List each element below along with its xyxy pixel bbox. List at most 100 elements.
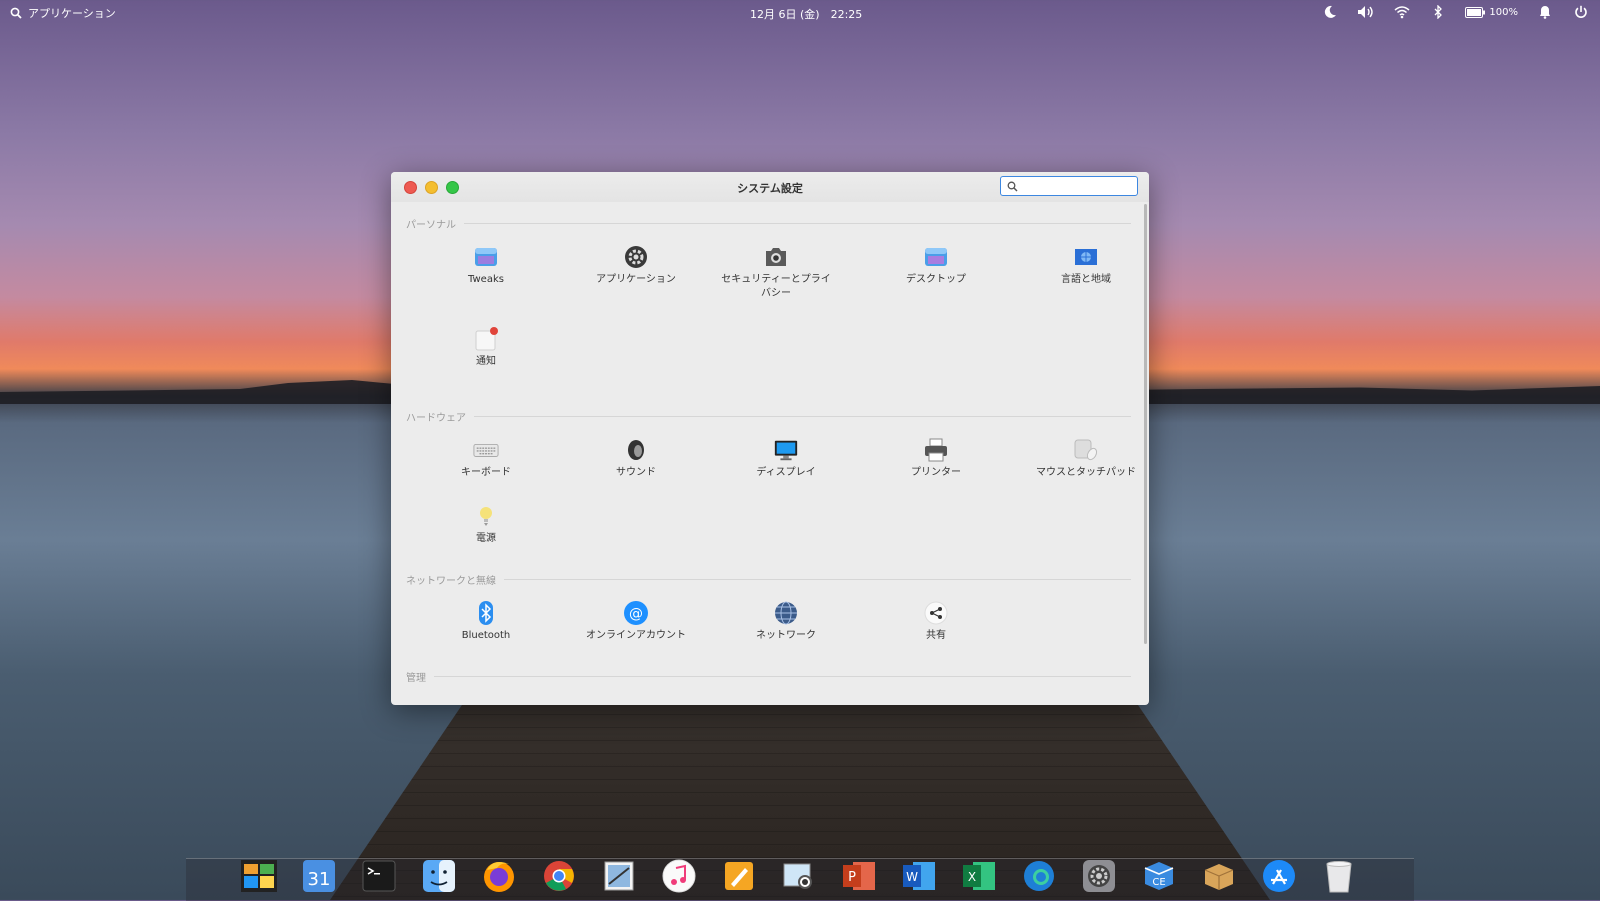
section-network-wireless: ネットワークと無線 (406, 572, 1131, 587)
online-accounts-icon: @ (623, 600, 649, 626)
search-icon (10, 7, 22, 19)
music-app-icon[interactable] (656, 856, 702, 896)
settings-item-label: デスクトップ (906, 274, 966, 285)
settings-item-power[interactable]: 電源 (421, 503, 551, 546)
pages-app-icon[interactable] (716, 856, 762, 896)
system-settings-window: システム設定 パーソナル Tweaks アプリケーション セキュリティーとプライ… (391, 172, 1149, 705)
settings-item-label: ディスプレイ (756, 467, 816, 478)
settings-item-label: プリンター (911, 467, 961, 478)
files-app-icon[interactable] (236, 856, 282, 896)
svg-text:@: @ (629, 606, 643, 622)
svg-text:P: P (848, 870, 856, 885)
search-icon (1007, 181, 1018, 192)
terminal-app-icon[interactable] (356, 856, 402, 896)
settings-item-keyboard[interactable]: キーボード (421, 437, 551, 480)
settings-item-label: 通知 (476, 356, 496, 367)
settings-item-network[interactable]: ネットワーク (721, 600, 851, 643)
section-title: ハードウェア (406, 413, 466, 424)
night-light-icon[interactable] (1321, 3, 1339, 21)
powerpoint-app-icon[interactable]: P (836, 856, 882, 896)
settings-item-label: アプリケーション (596, 274, 676, 285)
system-settings-app-icon[interactable] (1076, 856, 1122, 896)
chrome-app-icon[interactable] (536, 856, 582, 896)
settings-item-mouse-touchpad[interactable]: マウスとタッチパッド (1021, 437, 1149, 480)
printer-icon (923, 437, 949, 463)
settings-item-tweaks[interactable]: Tweaks (421, 244, 551, 287)
settings-item-label: 言語と地域 (1061, 274, 1111, 285)
display-icon (773, 437, 799, 463)
settings-item-applications[interactable]: アプリケーション (571, 244, 701, 287)
settings-item-label: マウスとタッチパッド (1036, 467, 1136, 478)
settings-item-desktop[interactable]: デスクトップ (871, 244, 1001, 287)
app-store-app-icon[interactable] (1256, 856, 1302, 896)
trash-app-icon[interactable] (1316, 856, 1362, 896)
settings-item-printer[interactable]: プリンター (871, 437, 1001, 480)
section-personal: パーソナル (406, 216, 1131, 231)
section-administration: 管理 (406, 669, 1131, 684)
applications-icon (623, 244, 649, 270)
search-input[interactable] (1023, 178, 1135, 196)
word-app-icon[interactable]: W (896, 856, 942, 896)
settings-item-security-privacy[interactable]: セキュリティーとプライバシー (721, 244, 831, 301)
dock-apps: 31 P W X CE (236, 856, 1362, 896)
settings-item-label: Bluetooth (461, 630, 511, 641)
battery-percent: 100% (1489, 6, 1518, 18)
edge-app-icon[interactable] (1016, 856, 1062, 896)
section-title: パーソナル (406, 220, 456, 231)
settings-item-label: セキュリティーとプライバシー (721, 274, 831, 299)
language-region-icon (1073, 244, 1099, 270)
mail-app-icon[interactable] (596, 856, 642, 896)
tweaks-icon (473, 244, 499, 270)
section-title: ネットワークと無線 (406, 576, 496, 587)
settings-item-notifications[interactable]: 通知 (421, 326, 551, 369)
sound-icon (623, 437, 649, 463)
wifi-icon[interactable] (1393, 3, 1411, 21)
clock[interactable]: 12月 6日 (金) 22:25 (750, 6, 862, 22)
calendar-app-icon[interactable]: 31 (296, 856, 342, 896)
settings-item-label: オンラインアカウント (586, 630, 686, 641)
firefox-app-icon[interactable] (476, 856, 522, 896)
mouse-touchpad-icon (1073, 437, 1099, 463)
desktop-icon (923, 244, 949, 270)
section-title: 管理 (406, 673, 426, 684)
battery-icon (1465, 6, 1486, 18)
notifications-icon (473, 326, 499, 352)
settings-item-label: キーボード (461, 467, 511, 478)
settings-item-label: サウンド (616, 467, 656, 478)
preview-app-icon[interactable] (776, 856, 822, 896)
notification-bell-icon[interactable] (1536, 3, 1554, 21)
applications-menu[interactable]: アプリケーション (10, 5, 116, 21)
svg-text:CE: CE (1152, 877, 1165, 888)
power-menu-icon[interactable] (1572, 3, 1590, 21)
volume-icon[interactable] (1357, 3, 1375, 21)
window-titlebar[interactable]: システム設定 (391, 172, 1149, 202)
keyboard-icon (473, 437, 499, 463)
security-privacy-icon (763, 244, 789, 270)
excel-app-icon[interactable]: X (956, 856, 1002, 896)
bluetooth-status-icon[interactable] (1429, 3, 1447, 21)
settings-item-online-accounts[interactable]: @ オンラインアカウント (571, 600, 701, 643)
sharing-icon (923, 600, 949, 626)
settings-item-bluetooth[interactable]: Bluetooth (421, 600, 551, 643)
settings-item-label: ネットワーク (756, 630, 816, 641)
settings-item-language-region[interactable]: 言語と地域 (1021, 244, 1149, 287)
settings-item-label: Tweaks (468, 274, 504, 285)
package-app-icon[interactable] (1196, 856, 1242, 896)
battery-indicator[interactable]: 100% (1465, 6, 1518, 18)
top-panel: アプリケーション 12月 6日 (金) 22:25 100% (0, 0, 1600, 26)
section-hardware: ハードウェア (406, 409, 1131, 424)
svg-text:X: X (968, 870, 976, 884)
archive-app-icon[interactable]: CE (1136, 856, 1182, 896)
settings-item-label: 共有 (926, 630, 946, 641)
settings-item-display[interactable]: ディスプレイ (721, 437, 851, 480)
svg-text:W: W (906, 870, 918, 884)
settings-item-label: 電源 (476, 533, 496, 544)
power-icon (473, 503, 499, 529)
search-field[interactable] (1000, 176, 1138, 196)
settings-item-sharing[interactable]: 共有 (871, 600, 1001, 643)
bluetooth-icon (473, 600, 499, 626)
settings-item-sound[interactable]: サウンド (571, 437, 701, 480)
applications-label: アプリケーション (28, 7, 116, 20)
calendar-day: 31 (308, 869, 331, 890)
finder-app-icon[interactable] (416, 856, 462, 896)
